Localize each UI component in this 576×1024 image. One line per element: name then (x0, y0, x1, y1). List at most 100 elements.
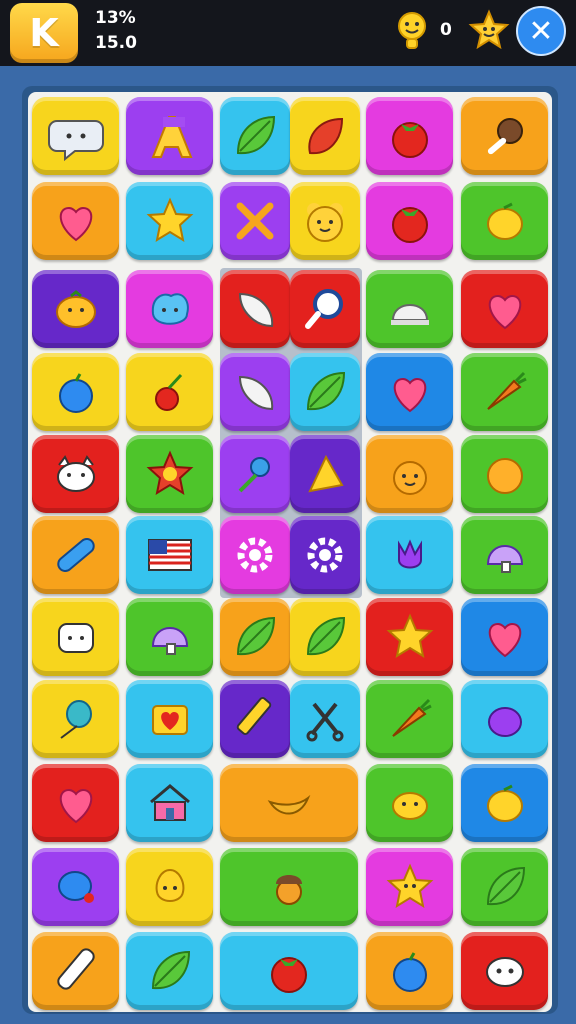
tile[interactable] (366, 680, 453, 758)
bananas-icon (267, 794, 311, 815)
tile[interactable] (290, 270, 360, 348)
tile[interactable] (220, 598, 290, 676)
tile[interactable] (220, 353, 290, 431)
tile[interactable] (32, 435, 119, 513)
carrot-icon (486, 371, 527, 410)
tile[interactable] (461, 182, 548, 260)
tile[interactable] (366, 435, 453, 513)
chat-bubble-icon (47, 120, 104, 162)
tile[interactable] (366, 932, 453, 1010)
score-value: 15.0 (95, 33, 137, 53)
marshmallow-icon (57, 623, 94, 653)
tile[interactable] (366, 516, 453, 594)
tile[interactable] (126, 182, 213, 260)
tile[interactable] (126, 932, 213, 1010)
tile[interactable] (32, 680, 119, 758)
cherry-icon (154, 373, 182, 411)
tile[interactable] (461, 848, 548, 926)
tile[interactable] (126, 435, 213, 513)
heart-icon (488, 622, 521, 658)
heart-box-icon (151, 705, 188, 735)
tile[interactable] (461, 680, 548, 758)
plum-icon (487, 707, 522, 737)
tile[interactable] (366, 97, 453, 175)
tile[interactable] (126, 598, 213, 676)
tile[interactable] (220, 97, 290, 175)
blue-fruit-icon (57, 871, 94, 903)
tile[interactable] (220, 680, 290, 758)
tile[interactable] (366, 353, 453, 431)
tile[interactable] (32, 182, 119, 260)
tile[interactable] (461, 353, 548, 431)
tile[interactable] (290, 353, 360, 431)
tile[interactable] (290, 516, 360, 594)
fan-icon (308, 454, 344, 493)
house-icon (149, 784, 190, 821)
tile[interactable] (126, 764, 213, 842)
tile[interactable] (290, 182, 360, 260)
tile[interactable] (126, 97, 213, 175)
tile[interactable] (220, 270, 290, 348)
tile[interactable] (290, 435, 360, 513)
bandage-icon (56, 538, 95, 572)
candy-cane-icon (56, 948, 95, 990)
blue-blob-face-icon (151, 293, 189, 325)
tile[interactable] (290, 598, 360, 676)
tile[interactable] (126, 353, 213, 431)
pear-face-icon (155, 868, 184, 902)
tile[interactable] (220, 182, 290, 260)
cat-face-icon (56, 455, 95, 492)
tile[interactable] (126, 516, 213, 594)
tile[interactable] (461, 435, 548, 513)
tile[interactable] (366, 848, 453, 926)
leaf-icon (151, 950, 190, 990)
leaf-icon (236, 616, 276, 656)
star-mascot-icon[interactable] (467, 9, 511, 53)
tile[interactable] (32, 848, 119, 926)
tile[interactable] (290, 680, 360, 758)
tile[interactable] (32, 270, 119, 348)
tile[interactable] (461, 270, 548, 348)
flower-icon (146, 450, 193, 496)
tile[interactable] (32, 353, 119, 431)
tile[interactable] (461, 516, 548, 594)
heart-icon (488, 294, 521, 330)
tile[interactable] (220, 764, 358, 842)
tile[interactable] (461, 97, 548, 175)
tile[interactable] (366, 270, 453, 348)
flag-icon (147, 539, 192, 571)
tile[interactable] (32, 516, 119, 594)
logo-button[interactable]: K (10, 3, 78, 63)
tile[interactable] (220, 932, 358, 1010)
tile[interactable] (126, 848, 213, 926)
lemon-icon (486, 202, 523, 240)
mascot-avatar-icon[interactable] (393, 10, 431, 50)
tile[interactable] (32, 764, 119, 842)
tile[interactable] (220, 435, 290, 513)
ghost-face-icon (485, 957, 524, 987)
tile[interactable] (461, 764, 548, 842)
tile[interactable] (290, 97, 360, 175)
tile[interactable] (126, 270, 213, 348)
bear-face-icon (307, 203, 343, 242)
magnifier-icon (305, 289, 343, 329)
leaf-icon (306, 616, 346, 656)
tile[interactable] (126, 680, 213, 758)
gear-icon (307, 537, 343, 573)
tile[interactable] (366, 764, 453, 842)
tile[interactable] (220, 848, 358, 926)
tile[interactable] (461, 598, 548, 676)
heart-icon (59, 788, 92, 824)
tile[interactable] (461, 932, 548, 1010)
close-button[interactable]: ✕ (516, 6, 566, 56)
tile[interactable] (32, 932, 119, 1010)
tile[interactable] (366, 182, 453, 260)
star-icon (146, 197, 193, 243)
tile[interactable] (32, 598, 119, 676)
tile[interactable] (220, 516, 290, 594)
top-bar: K 13% 15.0 0 ✕ (0, 0, 576, 66)
orange-face-icon (392, 461, 427, 495)
tile[interactable] (366, 598, 453, 676)
tile[interactable] (32, 97, 119, 175)
pumpkin-face-icon (55, 290, 96, 328)
